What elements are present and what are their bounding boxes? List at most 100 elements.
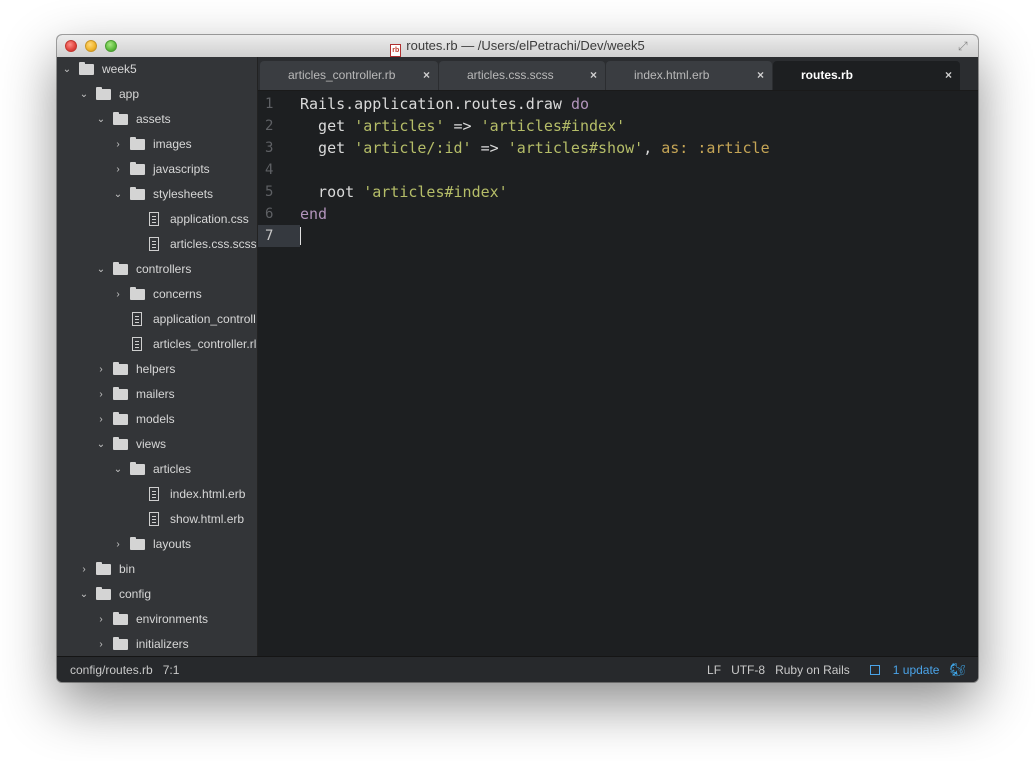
tree-item-label: articles.css.scss	[170, 237, 257, 251]
chevron-down-icon[interactable]: ⌄	[96, 107, 106, 132]
code-token: Rails.application.routes.draw	[300, 95, 571, 113]
status-file-path[interactable]: config/routes.rb	[70, 663, 153, 677]
tab-routes-rb[interactable]: routes.rb ×	[773, 61, 960, 90]
folder-icon	[130, 287, 145, 300]
code-keyword: end	[300, 205, 328, 223]
tree-item-label: week5	[102, 62, 137, 76]
chevron-right-icon[interactable]: ›	[96, 607, 106, 632]
code-line-5: root 'articles#index'	[300, 181, 508, 203]
code-symbol: :article	[697, 139, 770, 157]
code-token: get	[300, 117, 355, 135]
tree-item-label: views	[136, 437, 167, 451]
chevron-down-icon[interactable]: ⌄	[113, 457, 123, 482]
line-number: 2	[265, 118, 274, 134]
tree-item-label: mailers	[136, 387, 175, 401]
tree-item-label: config	[119, 587, 152, 601]
text-cursor	[300, 227, 301, 245]
tab-articles-css-scss[interactable]: articles.css.scss ×	[439, 61, 605, 90]
folder-icon	[130, 162, 145, 175]
folder-icon	[113, 412, 128, 425]
folder-icon	[96, 562, 111, 575]
folder-icon	[130, 187, 145, 200]
editor-window: rb routes.rb — /Users/elPetrachi/Dev/week…	[57, 35, 978, 682]
chevron-right-icon[interactable]: ›	[113, 132, 123, 157]
current-line-number: 7	[265, 228, 274, 244]
status-line-ending[interactable]: LF	[707, 663, 721, 677]
close-icon[interactable]: ×	[757, 61, 764, 90]
chevron-down-icon[interactable]: ⌄	[79, 82, 89, 107]
chevron-down-icon[interactable]: ⌄	[79, 582, 89, 607]
folder-icon	[113, 637, 128, 650]
chevron-right-icon[interactable]: ›	[96, 407, 106, 432]
code-string: 'articles#index'	[480, 117, 626, 135]
tab-index-html-erb[interactable]: index.html.erb ×	[606, 61, 772, 90]
status-grammar[interactable]: Ruby on Rails	[775, 663, 850, 677]
chevron-right-icon[interactable]: ›	[79, 557, 89, 582]
code-string: 'articles#index'	[363, 183, 508, 201]
fullscreen-icon[interactable]: ⤢	[958, 39, 972, 53]
chevron-right-icon[interactable]: ›	[96, 357, 106, 382]
code-line-1: Rails.application.routes.draw do	[300, 93, 589, 115]
status-encoding[interactable]: UTF-8	[731, 663, 765, 677]
line-number-row: 2	[258, 115, 300, 137]
code-string: 'articles#show'	[507, 139, 644, 157]
tree-item-label: images	[153, 137, 192, 151]
code-line-6: end	[300, 203, 327, 225]
code-line-2: get 'articles' => 'articles#index'	[300, 115, 625, 137]
ruby-file-icon: rb	[390, 44, 402, 57]
code-token: ,	[643, 139, 662, 157]
file-icon	[132, 312, 142, 326]
chevron-right-icon[interactable]: ›	[113, 532, 123, 557]
code-line-3: get 'article/:id' => 'articles#show', as…	[300, 137, 770, 159]
tab-bar: articles_controller.rb × articles.css.sc…	[258, 57, 978, 91]
status-cursor-position[interactable]: 7:1	[163, 663, 180, 677]
package-icon	[869, 665, 880, 675]
chevron-down-icon[interactable]: ⌄	[62, 57, 72, 82]
line-number: 6	[265, 206, 274, 222]
tree-item-label: concerns	[153, 287, 202, 301]
code-token: root	[300, 183, 364, 201]
line-number: 1	[265, 96, 274, 112]
folder-icon	[130, 137, 145, 150]
tree-item-label: application.css	[170, 212, 249, 226]
code-string: 'article/:id'	[354, 139, 472, 157]
tab-articles-controller[interactable]: articles_controller.rb ×	[260, 61, 438, 90]
code-symbol-key: as:	[661, 139, 689, 157]
title-bar: rb routes.rb — /Users/elPetrachi/Dev/week…	[57, 35, 978, 58]
file-icon	[132, 337, 142, 351]
line-number-row: 6	[258, 203, 300, 225]
tree-item-label: controllers	[136, 262, 192, 276]
line-number-row: 5	[258, 181, 300, 203]
squirrel-icon[interactable]: 🐿	[949, 657, 966, 682]
tree-item-label: helpers	[136, 362, 176, 376]
status-bar: config/routes.rb 7:1 LF UTF-8 Ruby on Rails…	[57, 656, 978, 682]
tab-label: index.html.erb	[634, 68, 710, 82]
tree-item-label: layouts	[153, 537, 192, 551]
window-title-area: rb routes.rb — /Users/elPetrachi/Dev/week…	[57, 35, 978, 57]
code-editor[interactable]: 1 2 3 4 5 6 7 Rails.application.routes.d…	[258, 91, 978, 656]
status-left: config/routes.rb 7:1	[70, 657, 189, 682]
tab-label: routes.rb	[801, 68, 854, 82]
chevron-right-icon[interactable]: ›	[113, 157, 123, 182]
status-updates[interactable]: 1 update	[860, 663, 940, 677]
chevron-right-icon[interactable]: ›	[96, 382, 106, 407]
file-icon	[149, 512, 159, 526]
chevron-down-icon[interactable]: ⌄	[113, 182, 123, 207]
close-icon[interactable]: ×	[590, 61, 597, 90]
chevron-right-icon[interactable]: ›	[113, 282, 123, 307]
folder-icon	[113, 112, 128, 125]
tree-item-label: assets	[136, 112, 171, 126]
close-icon[interactable]: ×	[945, 61, 952, 90]
tree-item-label: bin	[119, 562, 136, 576]
tree-item-label: articles_controller.rl	[153, 337, 257, 351]
code-token: get	[300, 139, 355, 157]
chevron-down-icon[interactable]: ⌄	[96, 432, 106, 457]
folder-icon	[130, 537, 145, 550]
status-updates-label: 1 update	[892, 663, 940, 677]
chevron-down-icon[interactable]: ⌄	[96, 257, 106, 282]
chevron-right-icon[interactable]: ›	[96, 632, 106, 656]
folder-icon	[96, 587, 111, 600]
close-icon[interactable]: ×	[423, 61, 430, 90]
tree-item-label: show.html.erb	[170, 512, 245, 526]
tree-item-label: stylesheets	[153, 187, 214, 201]
